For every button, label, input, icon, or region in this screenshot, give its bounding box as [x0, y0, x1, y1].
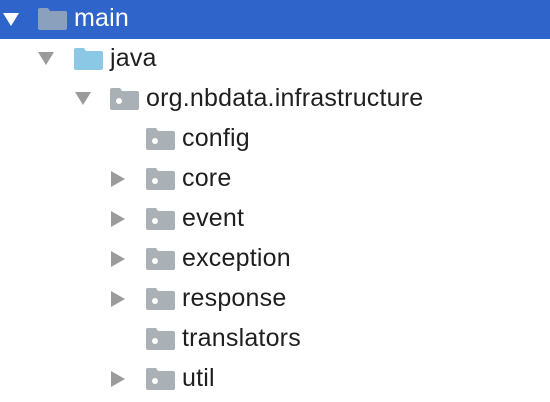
- tree-row-label: main: [74, 4, 129, 32]
- tree-row-label: event: [182, 204, 245, 232]
- tree-row-label: core: [182, 164, 232, 192]
- collapse-arrow-icon[interactable]: [111, 291, 125, 307]
- expand-arrow-icon[interactable]: [38, 52, 54, 65]
- package-icon: [146, 328, 175, 350]
- tree-row-main[interactable]: main: [0, 0, 550, 39]
- tree-row-label: config: [182, 124, 250, 152]
- tree-row-event[interactable]: event: [0, 199, 550, 239]
- tree-row-label: response: [182, 284, 287, 312]
- collapse-arrow-icon[interactable]: [111, 251, 125, 267]
- package-icon: [146, 368, 175, 390]
- source-folder-icon: [74, 48, 103, 70]
- tree-row-label: java: [110, 44, 157, 72]
- tree-row-label: org.nbdata.infrastructure: [146, 84, 424, 112]
- folder-icon: [38, 8, 67, 30]
- package-icon: [146, 288, 175, 310]
- tree-row-exception[interactable]: exception: [0, 239, 550, 279]
- collapse-arrow-icon[interactable]: [111, 371, 125, 387]
- tree-row-label: translators: [182, 324, 301, 352]
- package-icon: [146, 248, 175, 270]
- package-icon: [146, 168, 175, 190]
- tree-row-java[interactable]: java: [0, 39, 550, 79]
- collapse-arrow-icon[interactable]: [111, 211, 125, 227]
- tree-row-response[interactable]: response: [0, 279, 550, 319]
- expand-arrow-icon[interactable]: [3, 13, 19, 26]
- tree-row-label: exception: [182, 244, 291, 272]
- tree-row-translators[interactable]: translators: [0, 319, 550, 359]
- tree-row-label: util: [182, 364, 215, 392]
- package-icon: [146, 128, 175, 150]
- tree-row-core[interactable]: core: [0, 159, 550, 199]
- tree-row-config[interactable]: config: [0, 119, 550, 159]
- tree-row-org-nbdata-infrastructure[interactable]: org.nbdata.infrastructure: [0, 79, 550, 119]
- expand-arrow-icon[interactable]: [75, 92, 91, 105]
- project-tree: main java org.nbdata.infrastructure conf…: [0, 0, 550, 402]
- package-icon: [146, 208, 175, 230]
- tree-row-util[interactable]: util: [0, 359, 550, 399]
- collapse-arrow-icon[interactable]: [111, 171, 125, 187]
- package-icon: [110, 88, 139, 110]
